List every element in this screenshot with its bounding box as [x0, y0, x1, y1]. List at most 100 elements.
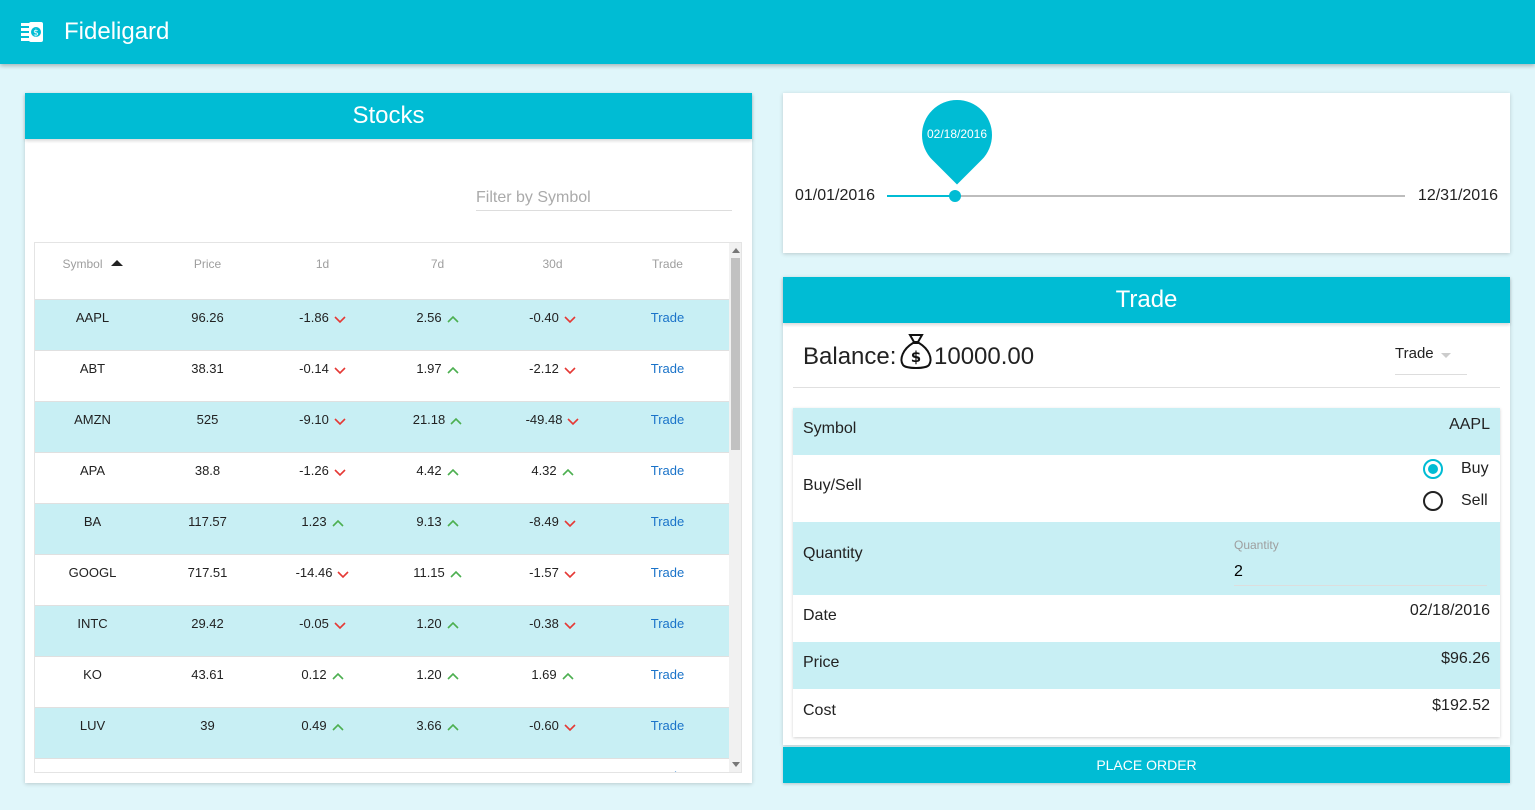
- stocks-panel: Stocks Symbol Price 1d 7d 30d Trade AAPL…: [25, 93, 752, 783]
- cost-value: $192.52: [1432, 697, 1490, 714]
- change-7d-cell: 0.44: [380, 759, 495, 772]
- col-symbol[interactable]: Symbol: [35, 243, 150, 299]
- money-stack-icon[interactable]: $: [19, 19, 45, 45]
- sell-label[interactable]: Sell: [1461, 492, 1488, 510]
- quantity-input[interactable]: [1234, 558, 1487, 586]
- stocks-table: Symbol Price 1d 7d 30d Trade AAPL 96.26 -1…: [34, 242, 742, 773]
- arrow-up-icon: [447, 621, 459, 629]
- slider-track[interactable]: [887, 195, 1405, 197]
- arrow-up-icon: [562, 672, 574, 680]
- buysell-label: Buy/Sell: [803, 477, 862, 494]
- trade-link[interactable]: Trade: [610, 300, 725, 350]
- price-cell: 38.8: [194, 463, 221, 478]
- trade-link[interactable]: Trade: [610, 759, 725, 772]
- sort-ascending-icon[interactable]: [110, 259, 123, 266]
- change-30d-cell: -0.60: [495, 708, 610, 758]
- divider: [793, 387, 1500, 388]
- change-7d-cell: 1.20: [380, 606, 495, 656]
- symbol-cell: AAPL: [75, 310, 110, 325]
- quantity-field-label: Quantity: [1234, 538, 1279, 552]
- symbol-cell: LUV: [79, 718, 106, 733]
- price-cell: 39: [200, 718, 215, 733]
- col-price[interactable]: Price: [150, 243, 265, 299]
- trade-link[interactable]: Trade: [610, 606, 725, 656]
- scroll-thumb[interactable]: [731, 258, 740, 450]
- symbol-cell: ABT: [79, 361, 106, 376]
- change-7d-cell: 1.97: [380, 351, 495, 401]
- arrow-down-icon: [334, 621, 346, 629]
- arrow-up-icon: [447, 366, 459, 374]
- mode-select[interactable]: Trade: [1395, 345, 1467, 375]
- sell-radio[interactable]: [1423, 491, 1443, 511]
- price-cell: 43.61: [191, 667, 224, 682]
- arrow-up-icon: [447, 315, 459, 323]
- change-1d-cell: 0.12: [265, 657, 380, 707]
- trade-link[interactable]: Trade: [610, 402, 725, 452]
- change-30d-cell: -1.57: [495, 555, 610, 605]
- arrow-up-icon: [447, 723, 459, 731]
- buy-radio[interactable]: [1423, 459, 1443, 479]
- price-cell: 38.31: [191, 361, 224, 376]
- symbol-label: Symbol: [803, 420, 857, 437]
- date-row: Date 02/18/2016: [793, 595, 1500, 642]
- symbol-cell: KO: [83, 667, 102, 682]
- change-30d-cell: 0.02: [495, 759, 610, 772]
- scroll-down-icon[interactable]: [732, 762, 740, 767]
- change-30d-cell: 1.69: [495, 657, 610, 707]
- arrow-up-icon: [332, 723, 344, 731]
- table-row: BA 117.57 1.23 9.13 -8.49 Trade: [35, 504, 741, 555]
- scroll-up-icon[interactable]: [732, 248, 740, 253]
- start-date: 01/01/2016: [795, 187, 876, 204]
- arrow-down-icon: [564, 366, 576, 374]
- end-date: 12/31/2016: [1417, 187, 1498, 204]
- price-cell: 117.17: [150, 759, 265, 772]
- price-cell: 29.42: [191, 616, 224, 631]
- trade-link[interactable]: Trade: [610, 555, 725, 605]
- filter-symbol-input[interactable]: [476, 179, 732, 211]
- change-7d-cell: 2.56: [380, 300, 495, 350]
- change-1d-cell: -0.05: [265, 606, 380, 656]
- buy-label[interactable]: Buy: [1461, 460, 1489, 478]
- arrow-up-icon: [447, 468, 459, 476]
- arrow-down-icon: [567, 417, 580, 425]
- trade-link[interactable]: Trade: [610, 504, 725, 554]
- symbol-cell: APA: [79, 463, 106, 478]
- balance-value: 10000.00: [934, 343, 1035, 370]
- app-bar: $ Fideligard: [0, 0, 1535, 64]
- change-30d-cell: -0.38: [495, 606, 610, 656]
- selected-date-label: 02/18/2016: [926, 127, 988, 141]
- trade-link[interactable]: Trade: [610, 657, 725, 707]
- trade-form: Symbol AAPL Buy/Sell Buy Sell Quantity Q…: [793, 408, 1500, 737]
- place-order-button[interactable]: PLACE ORDER: [783, 747, 1510, 783]
- col-7d[interactable]: 7d: [380, 243, 495, 299]
- arrow-down-icon: [564, 570, 576, 578]
- change-1d-cell: -0.14: [265, 351, 380, 401]
- date-slider-panel: 02/18/2016 01/01/2016 12/31/2016: [783, 85, 1510, 253]
- table-scrollbar[interactable]: [729, 243, 741, 772]
- arrow-down-icon: [564, 621, 576, 629]
- arrow-down-icon: [334, 417, 346, 425]
- trade-link[interactable]: Trade: [610, 708, 725, 758]
- price-cell: 525: [196, 412, 219, 427]
- col-30d[interactable]: 30d: [495, 243, 610, 299]
- trade-card: Trade Balance: $ 10000.00 Trade Symbol A…: [783, 277, 1510, 745]
- symbol-cell: INTC: [77, 616, 108, 631]
- arrow-up-icon: [447, 519, 459, 527]
- arrow-up-icon: [332, 519, 344, 527]
- balance-label: Balance:: [803, 343, 897, 370]
- change-7d-cell: 21.18: [380, 402, 495, 452]
- col-1d[interactable]: 1d: [265, 243, 380, 299]
- trade-link[interactable]: Trade: [610, 351, 725, 401]
- change-30d-cell: 4.32: [495, 453, 610, 503]
- change-30d-cell: -0.40: [495, 300, 610, 350]
- symbol-row: Symbol AAPL: [793, 408, 1500, 455]
- arrow-up-icon: [332, 672, 344, 680]
- slider-thumb[interactable]: [949, 190, 961, 202]
- trade-panel: Trade Balance: $ 10000.00 Trade Symbol A…: [783, 277, 1510, 783]
- symbol-cell: GOOGL: [68, 565, 117, 580]
- price-value: $96.26: [1441, 650, 1490, 667]
- arrow-down-icon: [337, 570, 350, 578]
- trade-link[interactable]: Trade: [610, 453, 725, 503]
- table-row: AAPL 96.26 -1.86 2.56 -0.40 Trade: [35, 300, 741, 351]
- table-row: MCD117.171.470.440.02Trade: [35, 759, 741, 772]
